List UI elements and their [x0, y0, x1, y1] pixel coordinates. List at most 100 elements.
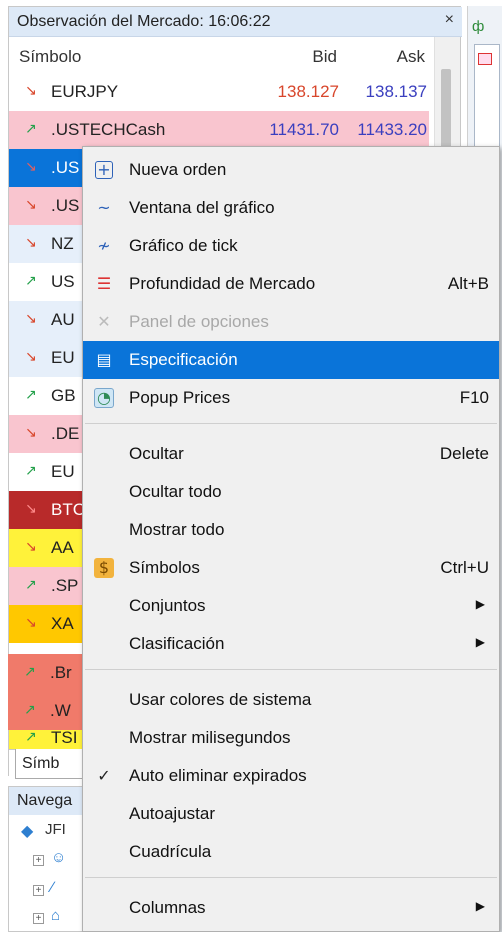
- symbol-row[interactable]: ↗ .USTECHCash 11431.70 11433.20: [9, 111, 429, 149]
- menu-item-label: Autoajustar: [129, 804, 215, 823]
- symbol-name: EU: [51, 348, 75, 367]
- menu-item-usar-colores-sistema[interactable]: Usar colores de sistema: [83, 681, 499, 719]
- menu-item-conjuntos[interactable]: Conjuntos ▶: [83, 587, 499, 625]
- menu-item-auto-eliminar-expirados[interactable]: ✓ Auto eliminar expirados: [83, 757, 499, 795]
- new-order-icon: +: [95, 161, 113, 179]
- trend-up-icon: ↗: [25, 729, 37, 745]
- menu-item-label: Cuadrícula: [129, 842, 212, 861]
- expand-icon[interactable]: +: [33, 855, 44, 866]
- bid-value: 138.127: [277, 82, 339, 101]
- menu-item-label: Auto eliminar expirados: [129, 766, 307, 785]
- expand-icon[interactable]: +: [33, 913, 44, 924]
- specification-icon: ▤: [96, 350, 112, 369]
- depth-of-market-icon: ☰: [96, 274, 112, 293]
- symbol-name: .W: [50, 701, 71, 720]
- trend-down-icon: ↘: [25, 349, 37, 365]
- menu-separator: [85, 877, 497, 878]
- submenu-arrow-icon: ▶: [475, 635, 485, 649]
- symbol-name: AU: [51, 310, 75, 329]
- menu-item-label: Usar colores de sistema: [129, 690, 312, 709]
- context-menu: + Nueva orden ~ Ventana del gráfico ≁ Gr…: [82, 146, 500, 932]
- symbol-name: EURJPY: [51, 82, 119, 101]
- trend-up-icon: ↗: [25, 577, 37, 593]
- symbol-name: .Br: [50, 663, 72, 682]
- menu-item-cuadricula[interactable]: Cuadrícula: [83, 833, 499, 871]
- ask-value: 11433.20: [357, 120, 427, 139]
- menu-item-label: Columnas: [129, 898, 206, 917]
- menu-item-label: Mostrar todo: [129, 520, 225, 539]
- menu-item-label: Panel de opciones: [129, 312, 269, 331]
- symbol-name: .SP: [51, 576, 79, 595]
- depth-of-market-icon[interactable]: [478, 53, 492, 65]
- menu-item-label: Conjuntos: [129, 596, 206, 615]
- options-panel-icon: ✕: [97, 312, 111, 331]
- menu-item-especificacion[interactable]: ▤ Especificación: [83, 341, 499, 379]
- chart-window-icon: ~: [97, 198, 111, 217]
- trend-up-icon: ↗: [25, 387, 37, 403]
- tab-symbols[interactable]: Símb: [15, 749, 85, 779]
- menu-separator: [85, 423, 497, 424]
- broker-logo-icon: ◆: [21, 823, 34, 840]
- menu-item-profundidad-mercado[interactable]: ☰ Profundidad de Mercado Alt+B: [83, 265, 499, 303]
- menu-item-label: Nueva orden: [129, 160, 227, 179]
- trend-up-icon: ↗: [25, 463, 37, 479]
- symbol-name: BTC: [51, 500, 85, 519]
- popup-prices-icon: ◔: [94, 388, 114, 408]
- menu-item-label: Ocultar: [129, 444, 184, 463]
- menu-item-ventana-grafico[interactable]: ~ Ventana del gráfico: [83, 189, 499, 227]
- trend-up-icon: ↗: [25, 121, 37, 137]
- menu-item-label: Gráfico de tick: [129, 236, 238, 255]
- menu-item-label: Profundidad de Mercado: [129, 274, 316, 293]
- symbol-name: US: [51, 272, 75, 291]
- indicators-icon: ∕: [51, 879, 54, 896]
- trend-down-icon: ↘: [25, 425, 37, 441]
- symbol-name: TSI: [51, 728, 78, 747]
- menu-item-label: Mostrar milisegundos: [129, 728, 291, 747]
- trend-up-icon: ↗: [24, 702, 36, 718]
- chart-candles-icon[interactable]: ф: [472, 18, 484, 35]
- column-header-bid[interactable]: Bid: [312, 47, 337, 67]
- scrollbar-thumb[interactable]: [441, 69, 451, 155]
- expand-icon[interactable]: +: [33, 885, 44, 896]
- shortcut-label: Ctrl+U: [440, 558, 489, 577]
- app-root: Observación del Mercado: 16:06:22 × Símb…: [0, 0, 502, 932]
- symbol-name: .US: [51, 158, 80, 177]
- column-header-symbol[interactable]: Símbolo: [19, 47, 81, 67]
- symbol-row[interactable]: ↘ EURJPY 138.127 138.137: [9, 73, 429, 111]
- menu-item-autoajustar[interactable]: Autoajustar: [83, 795, 499, 833]
- menu-item-label: Ocultar todo: [129, 482, 222, 501]
- menu-item-mostrar-todo[interactable]: Mostrar todo: [83, 511, 499, 549]
- symbol-name: AA: [51, 538, 74, 557]
- menu-item-grafico-tick[interactable]: ≁ Gráfico de tick: [83, 227, 499, 265]
- market-watch-title: Observación del Mercado: 16:06:22: [17, 13, 271, 30]
- symbol-row[interactable]: ↗ .Br: [8, 654, 82, 692]
- symbol-name: GB: [51, 386, 76, 405]
- menu-item-ocultar[interactable]: Ocultar Delete: [83, 435, 499, 473]
- menu-item-ocultar-todo[interactable]: Ocultar todo: [83, 473, 499, 511]
- symbol-name: .US: [51, 196, 80, 215]
- symbols-icon: $: [94, 558, 114, 578]
- accounts-icon: ☺: [51, 849, 67, 866]
- close-icon[interactable]: ×: [445, 11, 454, 29]
- trend-down-icon: ↘: [25, 159, 37, 175]
- trend-down-icon: ↘: [25, 615, 37, 631]
- ask-value: 138.137: [365, 82, 427, 101]
- menu-item-popup-prices[interactable]: ◔ Popup Prices F10: [83, 379, 499, 417]
- menu-item-label: Ventana del gráfico: [129, 198, 275, 217]
- menu-item-nueva-orden[interactable]: + Nueva orden: [83, 151, 499, 189]
- trend-up-icon: ↗: [25, 273, 37, 289]
- menu-item-simbolos[interactable]: $ Símbolos Ctrl+U: [83, 549, 499, 587]
- trend-down-icon: ↘: [25, 197, 37, 213]
- symbol-row[interactable]: ↗ .W: [8, 692, 82, 730]
- shortcut-label: Alt+B: [447, 274, 489, 293]
- menu-item-clasificacion[interactable]: Clasificación ▶: [83, 625, 499, 663]
- menu-item-panel-opciones: ✕ Panel de opciones: [83, 303, 499, 341]
- trend-down-icon: ↘: [25, 83, 37, 99]
- market-watch-title-bar: Observación del Mercado: 16:06:22 ×: [9, 7, 462, 37]
- column-header-ask[interactable]: Ask: [397, 47, 425, 67]
- navigator-root-label[interactable]: JFI: [45, 821, 66, 838]
- menu-item-columnas[interactable]: Columnas ▶: [83, 889, 499, 927]
- menu-item-label: Símbolos: [129, 558, 200, 577]
- menu-item-mostrar-milisegundos[interactable]: Mostrar milisegundos: [83, 719, 499, 757]
- symbol-name: EU: [51, 462, 75, 481]
